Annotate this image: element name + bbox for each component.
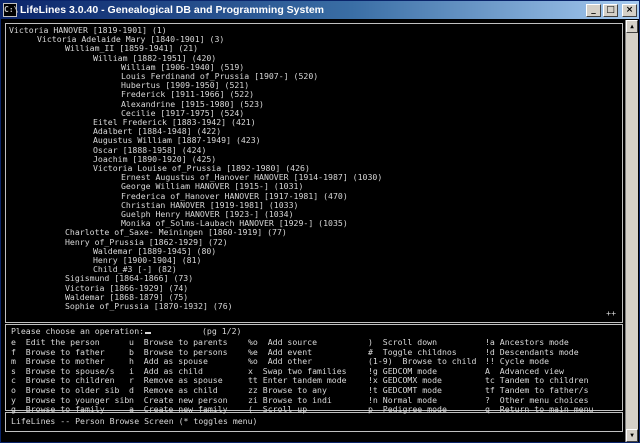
menu-option[interactable]: %o Add other xyxy=(248,356,312,366)
title-bar[interactable]: C:\ LifeLines 3.0.40 - Genealogical DB a… xyxy=(1,1,639,19)
minimize-button[interactable]: _ xyxy=(586,3,601,17)
menu-option[interactable]: u Browse to parents xyxy=(129,337,228,347)
menu-option[interactable]: !a Ancestors mode xyxy=(485,337,569,347)
more-indicator: ++ xyxy=(606,308,616,318)
menu-option[interactable]: ( Scroll up xyxy=(248,404,307,414)
menu-option[interactable]: !n Normal mode xyxy=(368,395,437,405)
menu-option[interactable]: n Create new person xyxy=(129,395,228,405)
menu-option[interactable]: !x GEDCOMX mode xyxy=(368,375,442,385)
terminal-icon: C:\ xyxy=(3,3,18,17)
tree-person-line[interactable]: Sophie of_Prussia [1870-1932] (76) xyxy=(65,301,233,313)
menu-option[interactable]: p Pedigree mode xyxy=(368,404,447,414)
menu-option[interactable]: m Browse to mother xyxy=(11,356,105,366)
menu-option[interactable]: # Toggle childnos xyxy=(368,347,457,357)
lifelines-window: C:\ LifeLines 3.0.40 - Genealogical DB a… xyxy=(0,0,640,443)
menu-option[interactable]: e Edit the person xyxy=(11,337,100,347)
scroll-down-arrow-icon[interactable]: ▼ xyxy=(626,429,638,442)
maximize-button[interactable]: □ xyxy=(603,3,618,17)
prompt-text: Please choose an operation: xyxy=(11,326,145,336)
console-area[interactable]: Victoria HANOVER [1819-1901] (1) Victoria… xyxy=(2,20,626,442)
menu-option[interactable]: i Add as child xyxy=(129,366,203,376)
menu-option[interactable]: tt Enter tandem mode xyxy=(248,375,347,385)
menu-option[interactable]: A Advanced view xyxy=(485,366,564,376)
menu-option[interactable]: d Remove as child xyxy=(129,385,218,395)
menu-option[interactable]: !! Cycle mode xyxy=(485,356,549,366)
menu-option[interactable]: o Browse to older sib xyxy=(11,385,119,395)
text-cursor xyxy=(145,332,152,334)
menu-option[interactable]: !t GEDCOMT mode xyxy=(368,385,442,395)
menu-option[interactable]: x Swap two families xyxy=(248,366,347,376)
menu-option[interactable]: !g GEDCOM mode xyxy=(368,366,437,376)
menu-option[interactable]: (1-9) Browse to child xyxy=(368,356,476,366)
menu-option[interactable]: ? Other menu choices xyxy=(485,395,589,405)
vertical-scrollbar[interactable]: ▲ ▼ xyxy=(625,20,638,442)
operation-prompt[interactable]: Please choose an operation: xyxy=(11,326,152,336)
window-title: LifeLines 3.0.40 - Genealogical DB and P… xyxy=(20,4,325,16)
menu-option[interactable]: q Return to main menu xyxy=(485,404,593,414)
menu-option[interactable]: %o Add source xyxy=(248,337,317,347)
menu-option[interactable]: tc Tandem to children xyxy=(485,375,589,385)
status-line: LifeLines -- Person Browse Screen (* tog… xyxy=(11,416,258,426)
menu-option[interactable]: zi Browse to indi xyxy=(248,395,332,405)
menu-option[interactable]: g Browse to family xyxy=(11,404,105,414)
close-button[interactable]: × xyxy=(622,3,637,17)
menu-option[interactable]: a Create new family xyxy=(129,404,228,414)
menu-option[interactable]: zz Browse to any xyxy=(248,385,327,395)
menu-option[interactable]: ) Scroll down xyxy=(368,337,437,347)
scroll-up-arrow-icon[interactable]: ▲ xyxy=(626,20,638,33)
menu-option[interactable]: b Browse to persons xyxy=(129,347,228,357)
menu-option[interactable]: r Remove as spouse xyxy=(129,375,223,385)
menu-option[interactable]: y Browse to younger sib xyxy=(11,395,129,405)
menu-option[interactable]: f Browse to father xyxy=(11,347,105,357)
menu-option[interactable]: c Browse to children xyxy=(11,375,115,385)
menu-option[interactable]: !d Descendants mode xyxy=(485,347,579,357)
page-indicator: (pg 1/2) xyxy=(202,326,242,336)
menu-option[interactable]: %e Add event xyxy=(248,347,312,357)
menu-option[interactable]: h Add as spouse xyxy=(129,356,208,366)
menu-option[interactable]: tf Tandem to father/s xyxy=(485,385,589,395)
menu-option[interactable]: s Browse to spouse/s xyxy=(11,366,115,376)
